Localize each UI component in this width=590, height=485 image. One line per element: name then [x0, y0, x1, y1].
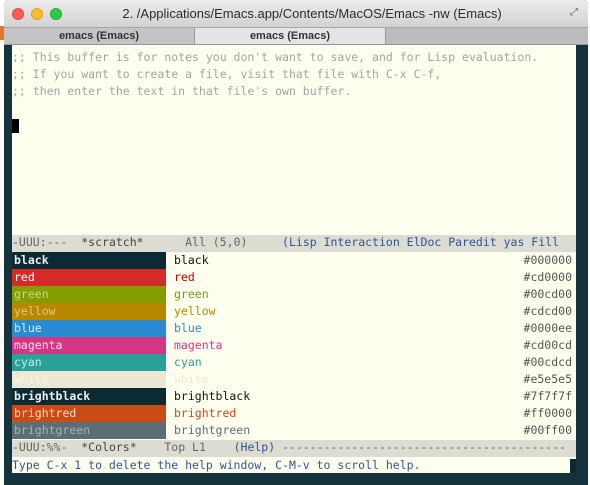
- color-hex: #cdcd00: [523, 304, 572, 318]
- color-name: white: [174, 372, 209, 386]
- color-name: blue: [174, 321, 202, 335]
- window-title: 2. /Applications/Emacs.app/Contents/MacO…: [122, 6, 502, 21]
- color-row-red: red red #cd0000: [12, 269, 576, 286]
- color-hex: #e5e5e5: [523, 372, 572, 386]
- color-hex: #0000ee: [523, 321, 572, 335]
- color-row-blue: blue blue #0000ee: [12, 320, 576, 337]
- mode-line-buffer-name: *Colors*: [81, 440, 137, 454]
- emacs-frame[interactable]: ;; This buffer is for notes you don't wa…: [12, 45, 576, 473]
- color-row-brightred: brightred brightred #ff0000: [12, 405, 576, 422]
- color-swatch: brightgreen: [12, 422, 166, 439]
- color-row-white: white white #e5e5e5: [12, 371, 576, 388]
- mode-line-modes: (Lisp Interaction ElDoc Paredit yas Fill: [282, 235, 559, 249]
- color-swatch: red: [12, 269, 166, 286]
- color-swatch: cyan: [12, 354, 166, 371]
- scratch-comment-line: ;; If you want to create a file, visit t…: [12, 67, 442, 81]
- color-swatch: green: [12, 286, 166, 303]
- color-swatch: blue: [12, 320, 166, 337]
- color-hex: #cd0000: [523, 270, 572, 284]
- mode-line-buffer-name: *scratch*: [81, 235, 144, 249]
- color-hex: #000000: [523, 253, 572, 267]
- title-bar[interactable]: 2. /Applications/Emacs.app/Contents/MacO…: [4, 0, 588, 28]
- color-swatch: brightred: [12, 405, 166, 422]
- tab-emacs-1[interactable]: emacs (Emacs): [4, 28, 195, 44]
- color-hex: #7f7f7f: [523, 389, 572, 403]
- color-swatch: brightblack: [12, 388, 166, 405]
- color-row-magenta: magenta magenta #cd00cd: [12, 337, 576, 354]
- color-hex: #00cd00: [523, 287, 572, 301]
- mode-line-status: -UUU:---: [12, 235, 68, 249]
- color-swatch: yellow: [12, 303, 166, 320]
- color-name: green: [174, 287, 209, 301]
- color-name: yellow: [174, 304, 216, 318]
- mode-line-position: Top L1: [164, 440, 206, 454]
- color-hex: #ff0000: [523, 406, 572, 420]
- color-swatch: white: [12, 371, 166, 388]
- tab-emacs-2[interactable]: emacs (Emacs): [195, 28, 386, 44]
- color-name: red: [174, 270, 195, 284]
- zoom-button[interactable]: [50, 8, 62, 20]
- scratch-comment-line: ;; then enter the text in that file's ow…: [12, 84, 352, 98]
- color-name: black: [174, 253, 209, 267]
- close-button[interactable]: [12, 8, 24, 20]
- color-swatch: black: [12, 252, 166, 269]
- scratch-comment-line: ;; This buffer is for notes you don't wa…: [12, 50, 539, 64]
- text-cursor: [12, 119, 19, 133]
- mode-line-dashes: ----------------------------------------…: [275, 440, 566, 454]
- echo-area: Type C-x 1 to delete the help window, C-…: [12, 458, 421, 472]
- color-row-cyan: cyan cyan #00cdcd: [12, 354, 576, 371]
- color-hex: #00cdcd: [523, 355, 572, 369]
- scratch-mode-line[interactable]: -UUU:--- *scratch* All (5,0) (Lisp Inter…: [12, 235, 576, 252]
- mode-line-status: -UUU:%%-: [12, 440, 68, 454]
- color-hex: #cd00cd: [523, 338, 572, 352]
- minimize-button[interactable]: [31, 8, 43, 20]
- color-row-brightgreen: brightgreen brightgreen #00ff00: [12, 422, 576, 439]
- color-row-green: green green #00cd00: [12, 286, 576, 303]
- terminal-window: 2. /Applications/Emacs.app/Contents/MacO…: [4, 0, 588, 485]
- color-name: magenta: [174, 338, 223, 352]
- color-swatch: magenta: [12, 337, 166, 354]
- color-name: brightgreen: [174, 423, 251, 437]
- fullscreen-icon[interactable]: ⤢: [568, 7, 580, 19]
- color-row-black: black black #000000: [12, 252, 576, 269]
- color-hex: #00ff00: [523, 423, 572, 437]
- colors-mode-line[interactable]: -UUU:%%- *Colors* Top L1 (Help) --------…: [12, 440, 576, 457]
- color-row-brightblack: brightblack brightblack #7f7f7f: [12, 388, 576, 405]
- tab-bar: emacs (Emacs) emacs (Emacs): [4, 28, 588, 45]
- terminal-corner: [570, 459, 576, 473]
- color-name: brightred: [174, 406, 237, 420]
- mode-line-position: All (5,0): [185, 235, 248, 249]
- color-name: brightblack: [174, 389, 251, 403]
- color-row-yellow: yellow yellow #cdcd00: [12, 303, 576, 320]
- color-name: cyan: [174, 355, 202, 369]
- mode-line-modes: (Help): [233, 440, 276, 454]
